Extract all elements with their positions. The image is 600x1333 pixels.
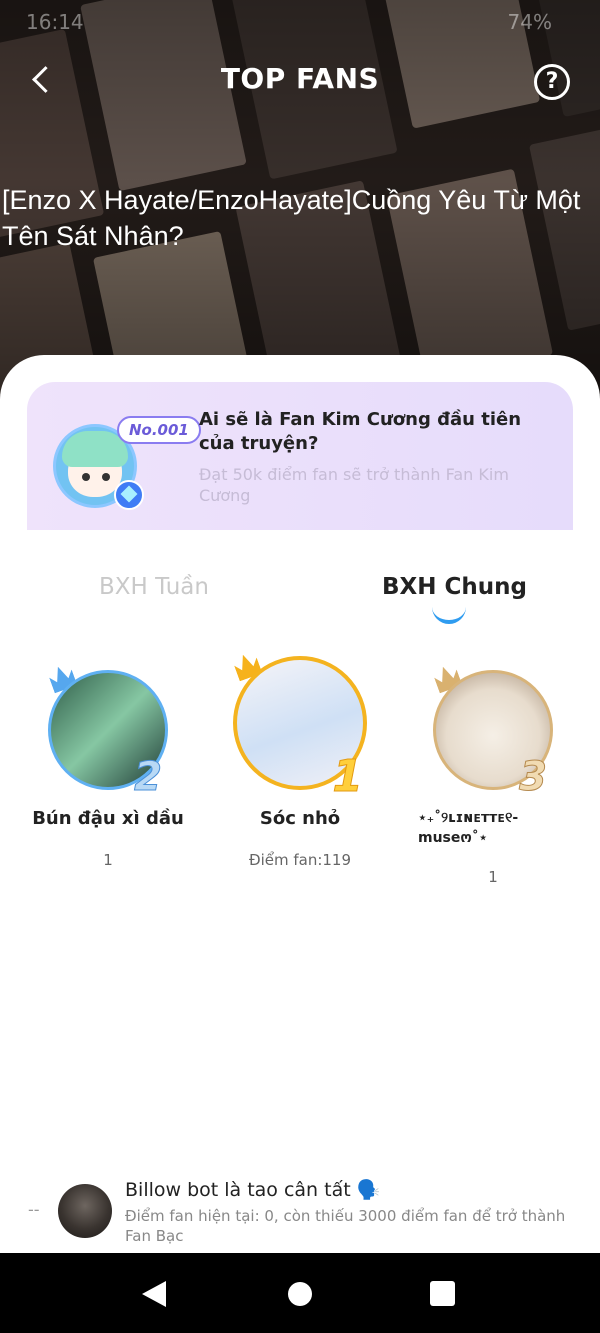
fan-name: ⋆₊˚୨ʟɪɴᴇᴛᴛᴇ୧-museო˚⋆ <box>418 810 519 846</box>
status-bar: 16:14 74% <box>0 0 600 44</box>
rank-1-fan[interactable]: 1 Sóc nhỏ Điểm fan:119 <box>212 656 388 869</box>
rank-2-fan[interactable]: 2 Bún đậu xì dầu 1 <box>20 670 196 869</box>
fan-score: 1 <box>103 851 113 869</box>
status-time: 16:14 <box>26 10 84 34</box>
rank-number: 3 <box>519 754 548 801</box>
active-tab-indicator <box>432 604 466 624</box>
nav-back-icon[interactable] <box>142 1281 166 1307</box>
story-title: [Enzo X Hayate/EnzoHayate]Cuồng Yêu Từ M… <box>2 185 581 251</box>
system-nav-bar <box>0 1253 600 1333</box>
rank-number: 2 <box>134 754 163 801</box>
avatar <box>58 1184 112 1238</box>
fan-name: Bún đậu xì dầu <box>32 808 184 829</box>
promo-subtitle: Đạt 50k điểm fan sẽ trở thành Fan Kim Cư… <box>199 465 509 505</box>
tab-general[interactable]: BXH Chung <box>382 574 527 600</box>
diamond-icon <box>114 480 144 510</box>
tab-weekly[interactable]: BXH Tuần <box>99 574 209 600</box>
ranking-tabs: BXH Tuần BXH Chung <box>0 570 600 630</box>
diamond-fan-promo: No.001 Ai sẽ là Fan Kim Cương đầu tiên c… <box>27 382 573 530</box>
fan-name: Sóc nhỏ <box>259 808 341 829</box>
nav-home-icon[interactable] <box>288 1282 312 1306</box>
top-bar: TOP FANS ? <box>0 52 600 108</box>
help-icon[interactable]: ? <box>534 64 570 100</box>
current-user-note: Điểm fan hiện tại: 0, còn thiếu 3000 điể… <box>125 1207 566 1245</box>
current-user-rank: -- <box>28 1200 40 1219</box>
rank-number: 1 <box>332 751 364 803</box>
nav-recents-icon[interactable] <box>430 1281 455 1306</box>
rank-3-fan[interactable]: 3 ⋆₊˚୨ʟɪɴᴇᴛᴛᴇ୧-museო˚⋆ 1 <box>408 670 578 886</box>
page-title: TOP FANS <box>220 62 380 95</box>
current-user-bar: -- Billow bot là tao cân tất 🗣️ Điểm fan… <box>0 1170 600 1250</box>
rank-tag: No.001 <box>117 416 201 444</box>
top-three-podium: 2 Bún đậu xì dầu 1 1 Sóc nhỏ Điểm fan:11… <box>0 656 600 896</box>
status-battery: 74% <box>507 10 552 34</box>
fan-score: 1 <box>488 868 498 886</box>
promo-title: Ai sẽ là Fan Kim Cương đầu tiên của truy… <box>199 409 522 454</box>
current-user-name: Billow bot là tao cân tất 🗣️ <box>125 1179 381 1201</box>
fan-score: Điểm fan:119 <box>248 851 352 869</box>
